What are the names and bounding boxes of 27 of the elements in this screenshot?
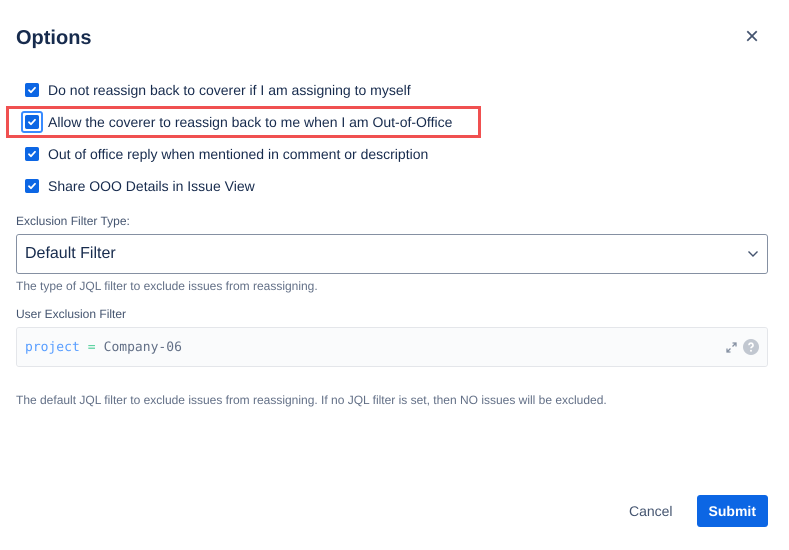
check-icon bbox=[27, 117, 37, 127]
filter-type-dropdown[interactable]: Default Filter bbox=[16, 234, 768, 274]
submit-button[interactable]: Submit bbox=[696, 495, 768, 527]
check-icon bbox=[27, 181, 37, 191]
check-icon bbox=[27, 85, 37, 95]
chevron-icon bbox=[747, 250, 759, 258]
jql-token: Company-06 bbox=[104, 340, 182, 354]
help-text: The type of JQL filter to exclude issues from reassigning. bbox=[16, 279, 319, 293]
checkbox[interactable] bbox=[25, 115, 39, 129]
checkbox[interactable] bbox=[25, 147, 39, 161]
help-text: The default JQL filter to exclude issues from reassigning. If no JQL filter is set, then NO issues will be excluded. bbox=[16, 393, 608, 407]
check-icon bbox=[27, 149, 37, 159]
jql-token: = bbox=[88, 340, 96, 354]
checkbox-label: Allow the coverer to reassign back to me when I am Out-of-Office bbox=[48, 114, 452, 130]
jql-token: project bbox=[25, 340, 80, 354]
dialog-title: Options bbox=[16, 26, 92, 50]
cancel-button[interactable]: Cancel bbox=[608, 495, 693, 527]
close-icon[interactable]: × bbox=[740, 26, 764, 50]
checkbox-label: Do not reassign back to coverer if I am assigning to myself bbox=[48, 82, 411, 98]
checkbox[interactable] bbox=[25, 179, 39, 193]
field-label: Exclusion Filter Type: bbox=[16, 214, 131, 228]
field-label: User Exclusion Filter bbox=[16, 307, 128, 321]
checkbox-label: Share OOO Details in Issue View bbox=[48, 178, 255, 194]
checkbox[interactable] bbox=[25, 83, 39, 97]
jql-editor[interactable]: project = Company-06 bbox=[16, 327, 768, 367]
checkbox-label: Out of office reply when mentioned in comment or description bbox=[48, 146, 428, 162]
expand-icon[interactable] bbox=[726, 342, 737, 352]
